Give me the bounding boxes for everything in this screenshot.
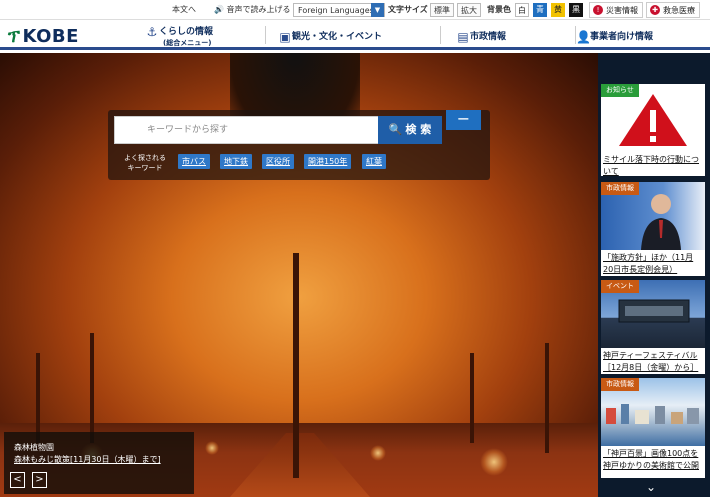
- keyword-link[interactable]: 市バス: [178, 154, 210, 169]
- search-button-label: 検 索: [405, 123, 432, 136]
- keyword-link[interactable]: 紅葉: [362, 154, 386, 169]
- nav-tourism-label: 観光・文化・イベント: [292, 32, 383, 42]
- nav-living-info[interactable]: ⚓ くらしの情報 (総合メニュー): [145, 24, 214, 47]
- bg-white-button[interactable]: 白: [515, 3, 529, 17]
- emergency-medical-label: 救急医療: [663, 6, 695, 15]
- card-tag: お知らせ: [601, 84, 639, 97]
- search-input[interactable]: キーワードから探す: [114, 116, 380, 144]
- caption-title: 森林植物園: [14, 443, 54, 452]
- card-tag: イベント: [601, 280, 639, 293]
- nav-city-admin-label: 市政情報: [470, 32, 507, 42]
- nav-living-label: くらしの情報: [159, 27, 214, 37]
- search-button[interactable]: 🔍 検 索: [378, 116, 442, 144]
- bg-blue-button[interactable]: 青: [533, 3, 547, 17]
- bg-color-label: 背景色: [487, 5, 511, 14]
- kobe-mark-icon: ፕ: [8, 27, 21, 47]
- person-icon: 👤: [576, 29, 591, 44]
- font-enlarge-button[interactable]: 拡大: [457, 3, 481, 17]
- card-text[interactable]: 「施政方針」ほか（11月20日市長定例会見）: [603, 252, 703, 276]
- lamp-glow: [205, 441, 219, 455]
- logo-text: KOBE: [22, 26, 79, 47]
- hero-tree-trunk: [90, 333, 94, 443]
- hero-tree-trunk: [545, 343, 549, 453]
- hero-tree-trunk: [293, 253, 299, 478]
- card-text[interactable]: 神戸ティーフェスティバル［12月8日（金曜）から］: [603, 350, 703, 374]
- popular-keywords-label: よく探される キーワード: [124, 154, 166, 172]
- card-text[interactable]: ミサイル落下時の行動について: [603, 154, 703, 178]
- card-text[interactable]: 「神戸百景」画像100点を神戸ゆかりの美術館で公開: [603, 448, 703, 472]
- chevron-down-icon[interactable]: ⌄: [646, 480, 656, 494]
- nav-city-admin[interactable]: ▤市政情報: [456, 29, 506, 51]
- news-sidebar: お知らせ ミサイル落下時の行動について 市政情報 「施政方針」ほか（11月20日…: [598, 53, 710, 497]
- nav-business[interactable]: 👤事業者向け情報: [576, 29, 653, 51]
- collapse-search-button[interactable]: −: [446, 110, 481, 130]
- keyword-link[interactable]: 地下鉄: [220, 154, 252, 169]
- disaster-info-label: 災害情報: [606, 6, 638, 15]
- hero-tree-trunk: [470, 353, 474, 443]
- medical-icon: ✚: [650, 5, 660, 15]
- kobe-logo[interactable]: ፕ KOBE: [8, 26, 79, 47]
- bg-yellow-button[interactable]: 黄: [551, 3, 565, 17]
- utility-bar: 本文へ 🔊 音声で読み上げる Foreign Languages ▼ 文字サイズ…: [0, 0, 710, 20]
- skip-to-content-link[interactable]: 本文へ: [172, 3, 196, 17]
- card-tag: 市政情報: [601, 378, 639, 391]
- prev-slide-button[interactable]: <: [10, 472, 25, 488]
- search-icon: 🔍: [388, 123, 403, 136]
- nav-divider: [440, 26, 441, 44]
- emergency-medical-button[interactable]: ✚ 救急医療: [646, 2, 700, 18]
- document-icon: ▤: [457, 29, 469, 44]
- news-card[interactable]: 市政情報 「神戸百景」画像100点を神戸ゆかりの美術館で公開: [601, 378, 705, 478]
- nav-divider: [265, 26, 266, 44]
- main-header: ፕ KOBE ⚓ くらしの情報 (総合メニュー) ▣観光・文化・イベント ▤市政情報…: [0, 20, 710, 50]
- search-panel: キーワードから探す 🔍 検 索 よく探される キーワード 市バス 地下鉄 区役所 開…: [108, 110, 490, 180]
- flame-icon: !: [593, 5, 603, 15]
- disaster-info-button[interactable]: ! 災害情報: [589, 2, 643, 18]
- anchor-icon: ⚓: [146, 24, 158, 39]
- caption-link[interactable]: 森林もみじ散策[11月30日（木曜）まで]: [14, 454, 161, 465]
- nav-living-sub: (総合メニュー): [163, 38, 212, 47]
- hero-caption: 森林植物園 森林もみじ散策[11月30日（木曜）まで] < >: [4, 432, 194, 494]
- hero-tree-trunk: [36, 353, 40, 443]
- sidebar-scroll[interactable]: ⌄: [598, 478, 710, 497]
- bg-black-button[interactable]: 黒: [569, 3, 583, 17]
- voice-reader-label: 音声で読み上げる: [226, 5, 291, 14]
- keyword-link[interactable]: 開港150年: [304, 154, 352, 169]
- font-size-label: 文字サイズ: [388, 5, 428, 14]
- lamp-glow: [370, 445, 386, 461]
- keyword-link[interactable]: 区役所: [262, 154, 294, 169]
- voice-reader-link[interactable]: 🔊 音声で読み上げる: [214, 3, 291, 17]
- nav-tourism[interactable]: ▣観光・文化・イベント: [278, 29, 382, 51]
- font-standard-button[interactable]: 標準: [430, 3, 454, 17]
- news-card[interactable]: お知らせ ミサイル落下時の行動について: [601, 84, 705, 176]
- news-card[interactable]: 市政情報 「施政方針」ほか（11月20日市長定例会見）: [601, 182, 705, 276]
- news-card[interactable]: イベント 神戸ティーフェスティバル［12月8日（金曜）から］: [601, 280, 705, 374]
- nav-business-label: 事業者向け情報: [590, 32, 654, 42]
- next-slide-button[interactable]: >: [32, 472, 47, 488]
- suitcase-icon: ▣: [279, 29, 291, 44]
- lamp-glow: [480, 448, 508, 476]
- card-tag: 市政情報: [601, 182, 639, 195]
- chevron-down-icon[interactable]: ▼: [371, 3, 384, 17]
